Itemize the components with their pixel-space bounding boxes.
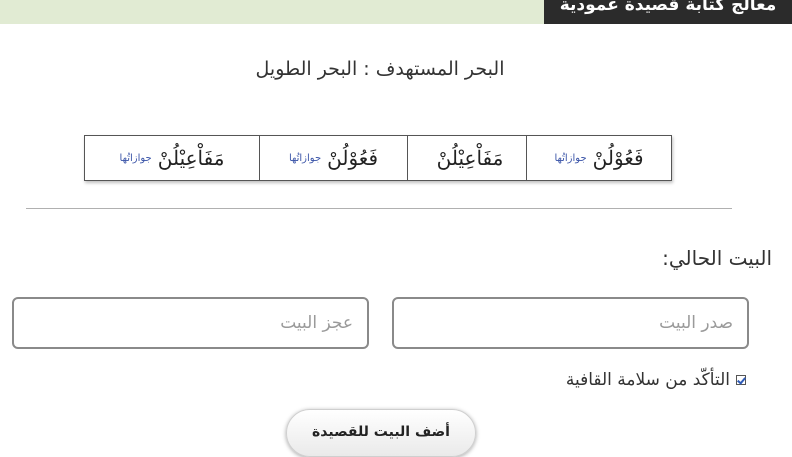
foot-variants-link[interactable]: جوازاتُها: [554, 153, 586, 164]
foot-2: مَفَاْعِيْلُنْ: [407, 136, 526, 180]
rhyme-check-option[interactable]: التأكّد من سلامة القافية: [566, 370, 746, 390]
foot-name: فَعُوْلُنْ: [592, 146, 644, 170]
foot-name: مَفَاْعِيْلُنْ: [436, 146, 504, 170]
poem-wizard-page: معالج كتابة قصيدة عمودية البحر المستهدف …: [0, 0, 792, 457]
verse-second-half-input[interactable]: [12, 297, 369, 349]
foot-name: مَفَاْعِيْلُنْ: [157, 146, 225, 170]
section-divider: [26, 208, 732, 209]
foot-1: فَعُوْلُنْ جوازاتُها: [526, 136, 671, 180]
current-verse-label: البيت الحالي:: [662, 246, 772, 270]
rhyme-check-label: التأكّد من سلامة القافية: [565, 370, 730, 390]
add-verse-button[interactable]: أضف البيت للقصيدة: [286, 409, 476, 457]
meter-feet-bar: فَعُوْلُنْ جوازاتُها مَفَاْعِيْلُنْ فَعُ…: [84, 135, 672, 181]
rhyme-checkbox[interactable]: [736, 375, 746, 385]
foot-4: مَفَاْعِيْلُنْ جوازاتُها: [85, 136, 259, 180]
verse-first-half-input[interactable]: [392, 297, 749, 349]
foot-variants-link[interactable]: جوازاتُها: [120, 153, 152, 164]
target-meter-label: البحر المستهدف : البحر الطويل: [255, 58, 505, 80]
wizard-title-tab[interactable]: معالج كتابة قصيدة عمودية: [544, 0, 792, 24]
foot-3: فَعُوْلُنْ جوازاتُها: [259, 136, 407, 180]
foot-variants-link[interactable]: جوازاتُها: [289, 153, 321, 164]
foot-name: فَعُوْلُنْ: [327, 146, 379, 170]
